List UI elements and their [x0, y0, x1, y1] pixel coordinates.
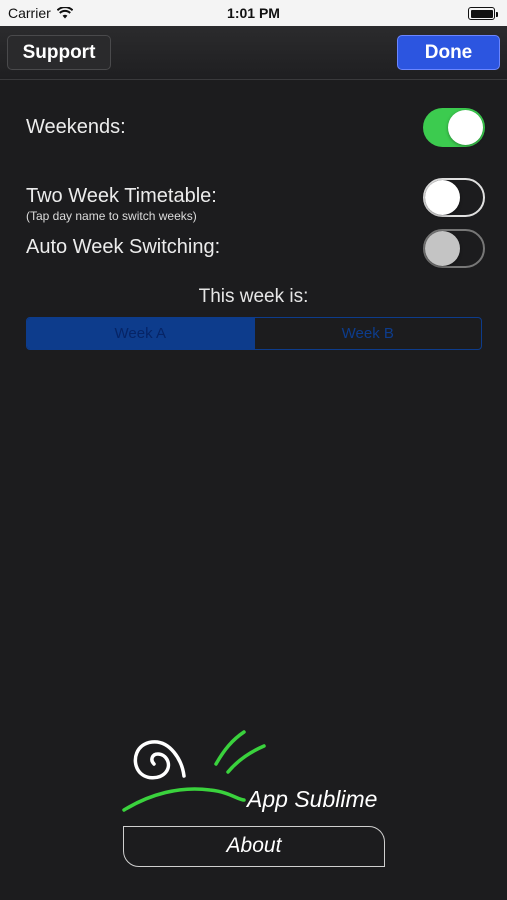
battery-icon	[468, 7, 498, 20]
two-week-label: Two Week Timetable:	[26, 185, 217, 207]
segment-week-a[interactable]: Week A	[27, 318, 254, 349]
week-title: This week is:	[198, 286, 309, 307]
nav-bar: Support Done	[0, 26, 507, 80]
week-segmented-control: Week A Week B	[26, 317, 482, 350]
segment-week-b[interactable]: Week B	[253, 318, 482, 349]
brand-name: App Sublime	[247, 786, 378, 812]
support-button[interactable]: Support	[7, 35, 111, 70]
status-time: 1:01 PM	[227, 5, 280, 21]
weekends-label: Weekends:	[26, 116, 126, 138]
about-button[interactable]: About	[123, 826, 385, 867]
auto-switch-label: Auto Week Switching:	[26, 236, 221, 258]
weekends-toggle[interactable]	[423, 108, 485, 147]
status-bar: Carrier 1:01 PM	[0, 0, 507, 26]
two-week-toggle[interactable]	[423, 178, 485, 217]
auto-switch-toggle[interactable]	[423, 229, 485, 268]
toggle-knob	[425, 180, 460, 215]
done-button[interactable]: Done	[397, 35, 500, 70]
toggle-knob	[425, 231, 460, 266]
toggle-knob	[448, 110, 483, 145]
two-week-hint: (Tap day name to switch weeks)	[26, 209, 197, 223]
